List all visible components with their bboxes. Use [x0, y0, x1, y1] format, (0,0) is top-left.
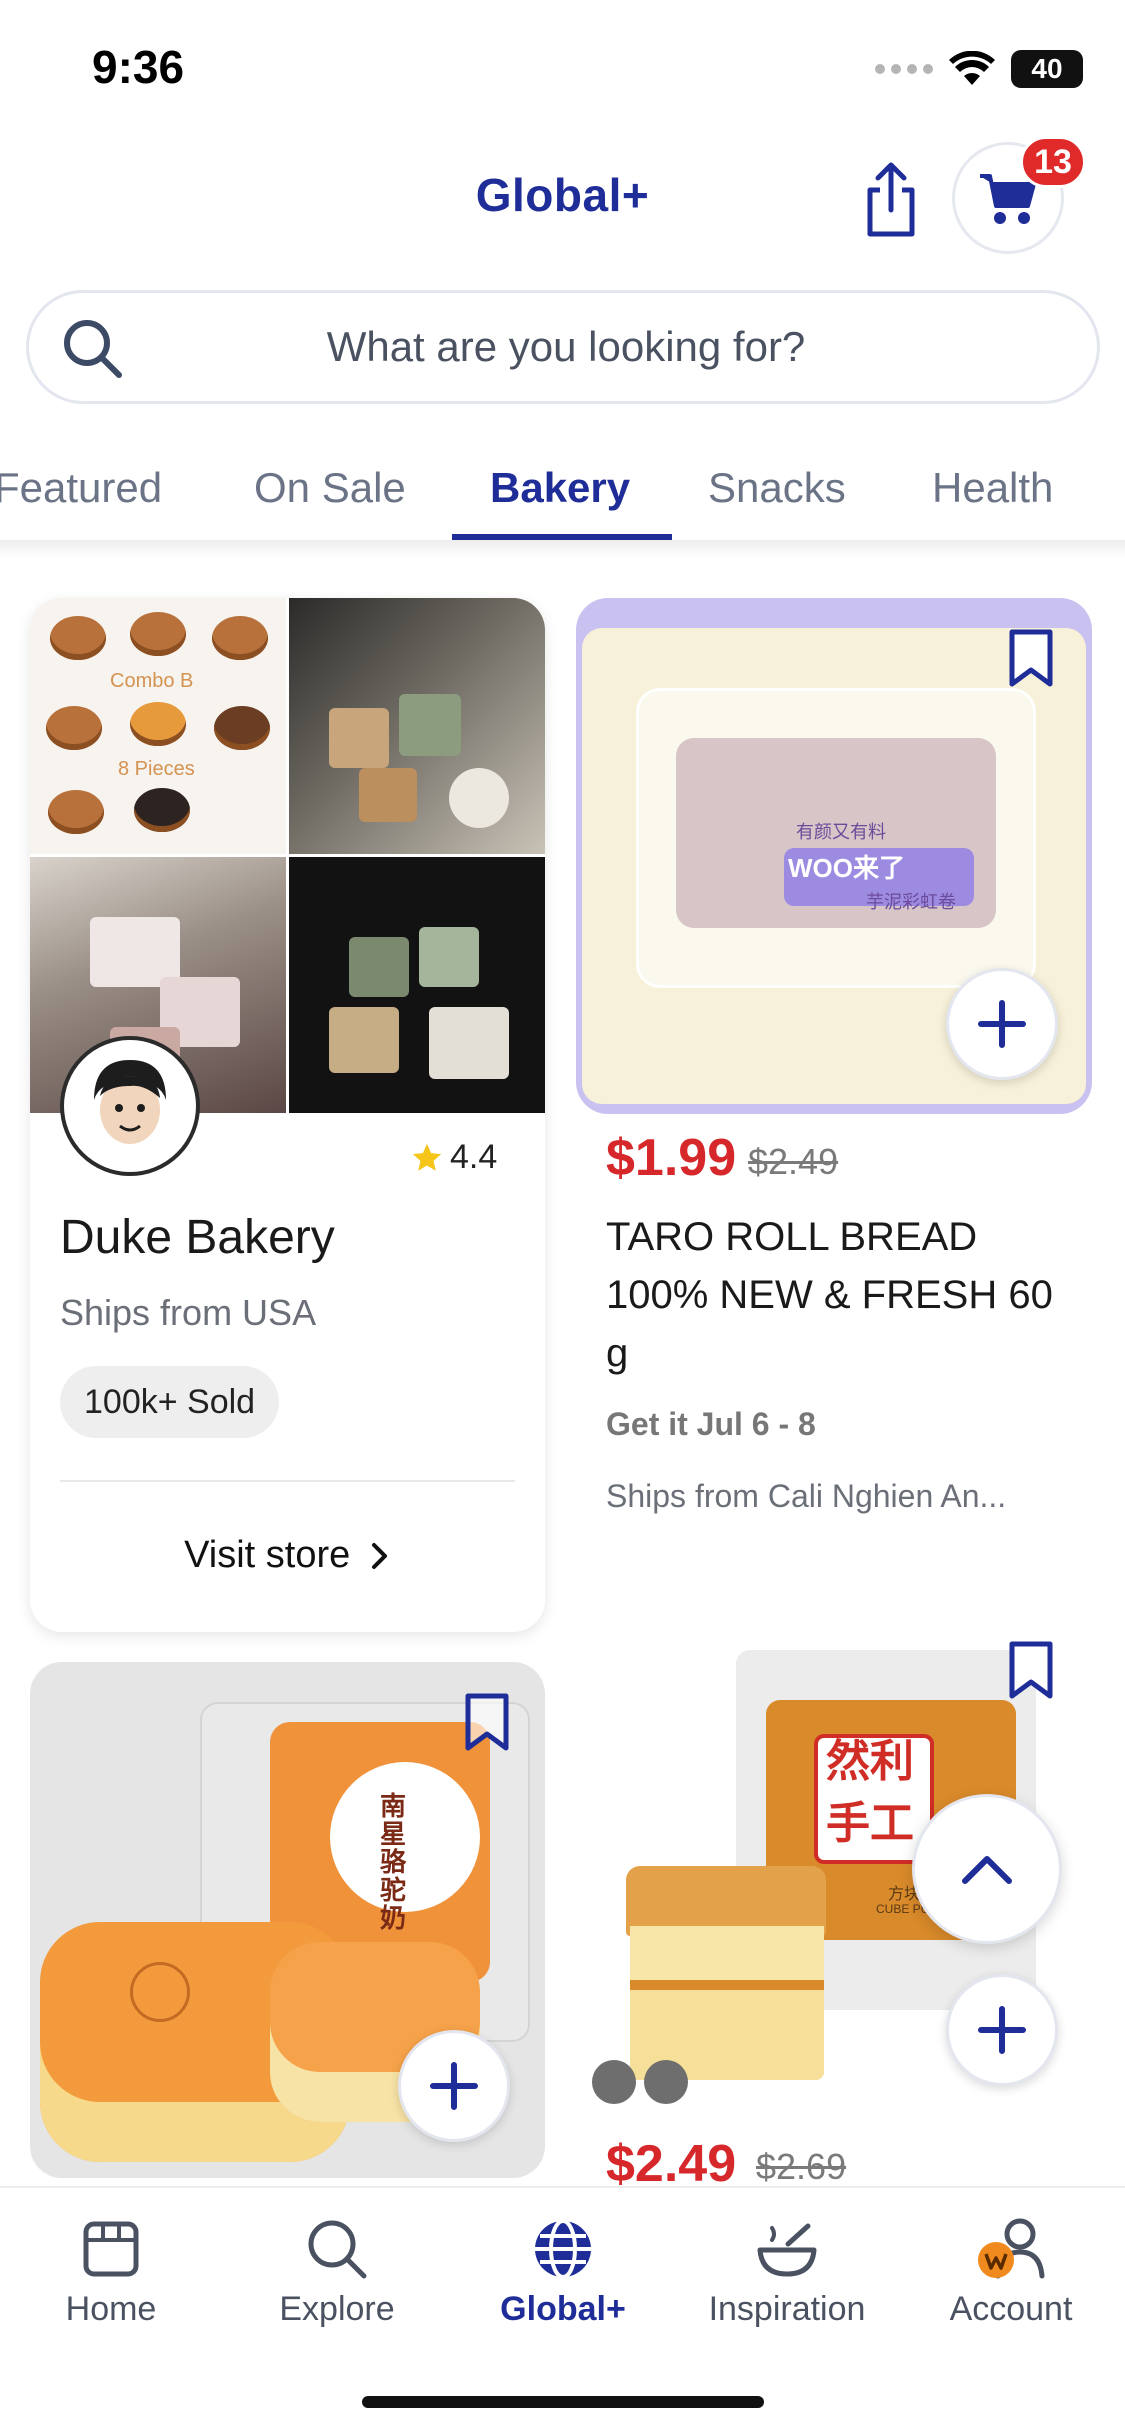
nav-home[interactable]: Home: [6, 2214, 216, 2329]
globe-icon: [535, 2219, 591, 2279]
nav-inspiration[interactable]: Inspiration: [682, 2214, 892, 2329]
plus-icon: [978, 2006, 1026, 2054]
card-divider: [60, 1480, 515, 1482]
chevron-up-icon: [962, 1856, 1012, 1884]
product-card[interactable]: 南星骆驼奶: [30, 1662, 545, 2178]
product-price: $2.49: [606, 2135, 737, 2193]
app-header: Global+: [0, 130, 1125, 270]
account-icon: [978, 2218, 1045, 2279]
visit-store-label: Visit store: [184, 1534, 351, 1576]
share-icon[interactable]: [860, 160, 922, 240]
store-image-collage: Combo B 8 Pieces: [30, 598, 545, 1113]
search-input[interactable]: What are you looking for?: [26, 290, 1100, 404]
nav-account-label: Account: [949, 2290, 1073, 2328]
bookmark-icon[interactable]: [462, 1692, 512, 1752]
store-logo: [60, 1036, 200, 1176]
package-flavor-text: 芋泥彩虹卷: [866, 892, 956, 912]
nav-account[interactable]: Account: [906, 2214, 1116, 2329]
package-brand-text: WOO来了: [788, 853, 905, 883]
package-name-text: 南星骆驼奶: [380, 1791, 407, 1933]
tab-featured[interactable]: Featured: [0, 464, 162, 512]
collage-tile-cakes: [289, 598, 545, 854]
status-time: 9:36: [92, 41, 185, 93]
scroll-to-top-button[interactable]: [912, 1794, 1062, 1944]
nav-explore-label: Explore: [279, 2290, 395, 2328]
add-to-cart-button[interactable]: [398, 2030, 510, 2142]
bookmark-icon[interactable]: [1006, 1640, 1056, 1700]
add-to-cart-button[interactable]: [946, 968, 1058, 1080]
nav-inspiration-label: Inspiration: [708, 2290, 866, 2328]
tab-bakery[interactable]: Bakery: [490, 464, 630, 512]
tabs-divider: [0, 540, 1125, 558]
translate-icon[interactable]: [644, 2060, 688, 2104]
product-title: TARO ROLL BREAD 100% NEW & FRESH 60 g: [606, 1215, 1053, 1375]
collage-combo-label: Combo B: [110, 670, 194, 692]
category-tabs: Featured On Sale Bakery Snacks Health: [0, 440, 1125, 540]
visit-store-button[interactable]: Visit store: [30, 1534, 545, 1577]
store-card[interactable]: Combo B 8 Pieces 4.4 Duke Bakery Ships f…: [30, 598, 545, 1632]
collage-pieces-label: 8 Pieces: [118, 758, 195, 780]
rating-value: 4.4: [450, 1138, 498, 1176]
tab-snacks[interactable]: Snacks: [708, 464, 846, 512]
plus-icon: [978, 1000, 1026, 1048]
product-original-price: $2.49: [748, 1141, 839, 1182]
store-name: Duke Bakery: [60, 1211, 335, 1264]
product-ships-from: Ships from Cali Nghien An...: [606, 1478, 1007, 1514]
nav-home-label: Home: [65, 2290, 157, 2328]
search-placeholder: What are you looking for?: [326, 323, 806, 370]
product-original-price: $2.69: [756, 2146, 847, 2187]
cellular-signal-icon: [875, 64, 933, 74]
home-icon: [83, 2221, 139, 2277]
store-rating: 4.4: [410, 1138, 497, 1177]
product-price: $1.99: [606, 1129, 737, 1187]
plus-icon: [430, 2062, 478, 2110]
battery-icon: 40: [1011, 50, 1083, 88]
package-brand-text: 然利: [826, 1737, 914, 1786]
sold-count-badge: 100k+ Sold: [60, 1366, 280, 1438]
nav-global-plus-label: Global+: [500, 2290, 626, 2328]
store-ships-from: Ships from USA: [60, 1292, 317, 1333]
nav-explore[interactable]: Explore: [232, 2214, 442, 2329]
bookmark-icon[interactable]: [1006, 628, 1056, 688]
home-indicator: [362, 2396, 764, 2408]
status-icons: 40: [875, 50, 1083, 88]
status-bar: 9:36 40: [0, 0, 1125, 130]
inspiration-icon: [757, 2223, 817, 2277]
cart-count-badge: 13: [1020, 136, 1086, 188]
nav-global-plus[interactable]: Global+: [458, 2214, 668, 2329]
wifi-icon: [949, 51, 995, 85]
tab-on-sale[interactable]: On Sale: [254, 464, 406, 512]
star-icon: [412, 1143, 442, 1171]
delivery-estimate: Get it Jul 6 - 8: [606, 1406, 816, 1442]
product-card[interactable]: WOO来了 有颜又有料 芋泥彩虹卷 $1.99 $2.49 TARO ROLL …: [576, 598, 1092, 1598]
tab-health[interactable]: Health: [932, 464, 1053, 512]
search-icon: [308, 2220, 367, 2279]
collage-tile-matcha-cake: [289, 857, 545, 1113]
package-tagline-text: 有颜又有料: [796, 822, 886, 842]
image-search-icon[interactable]: [592, 2060, 636, 2104]
chevron-right-icon: [371, 1543, 387, 1569]
add-to-cart-button[interactable]: [946, 1974, 1058, 2086]
package-brand-subtext: 手工: [826, 1799, 914, 1848]
collage-tile-pastries: Combo B 8 Pieces: [30, 598, 286, 854]
